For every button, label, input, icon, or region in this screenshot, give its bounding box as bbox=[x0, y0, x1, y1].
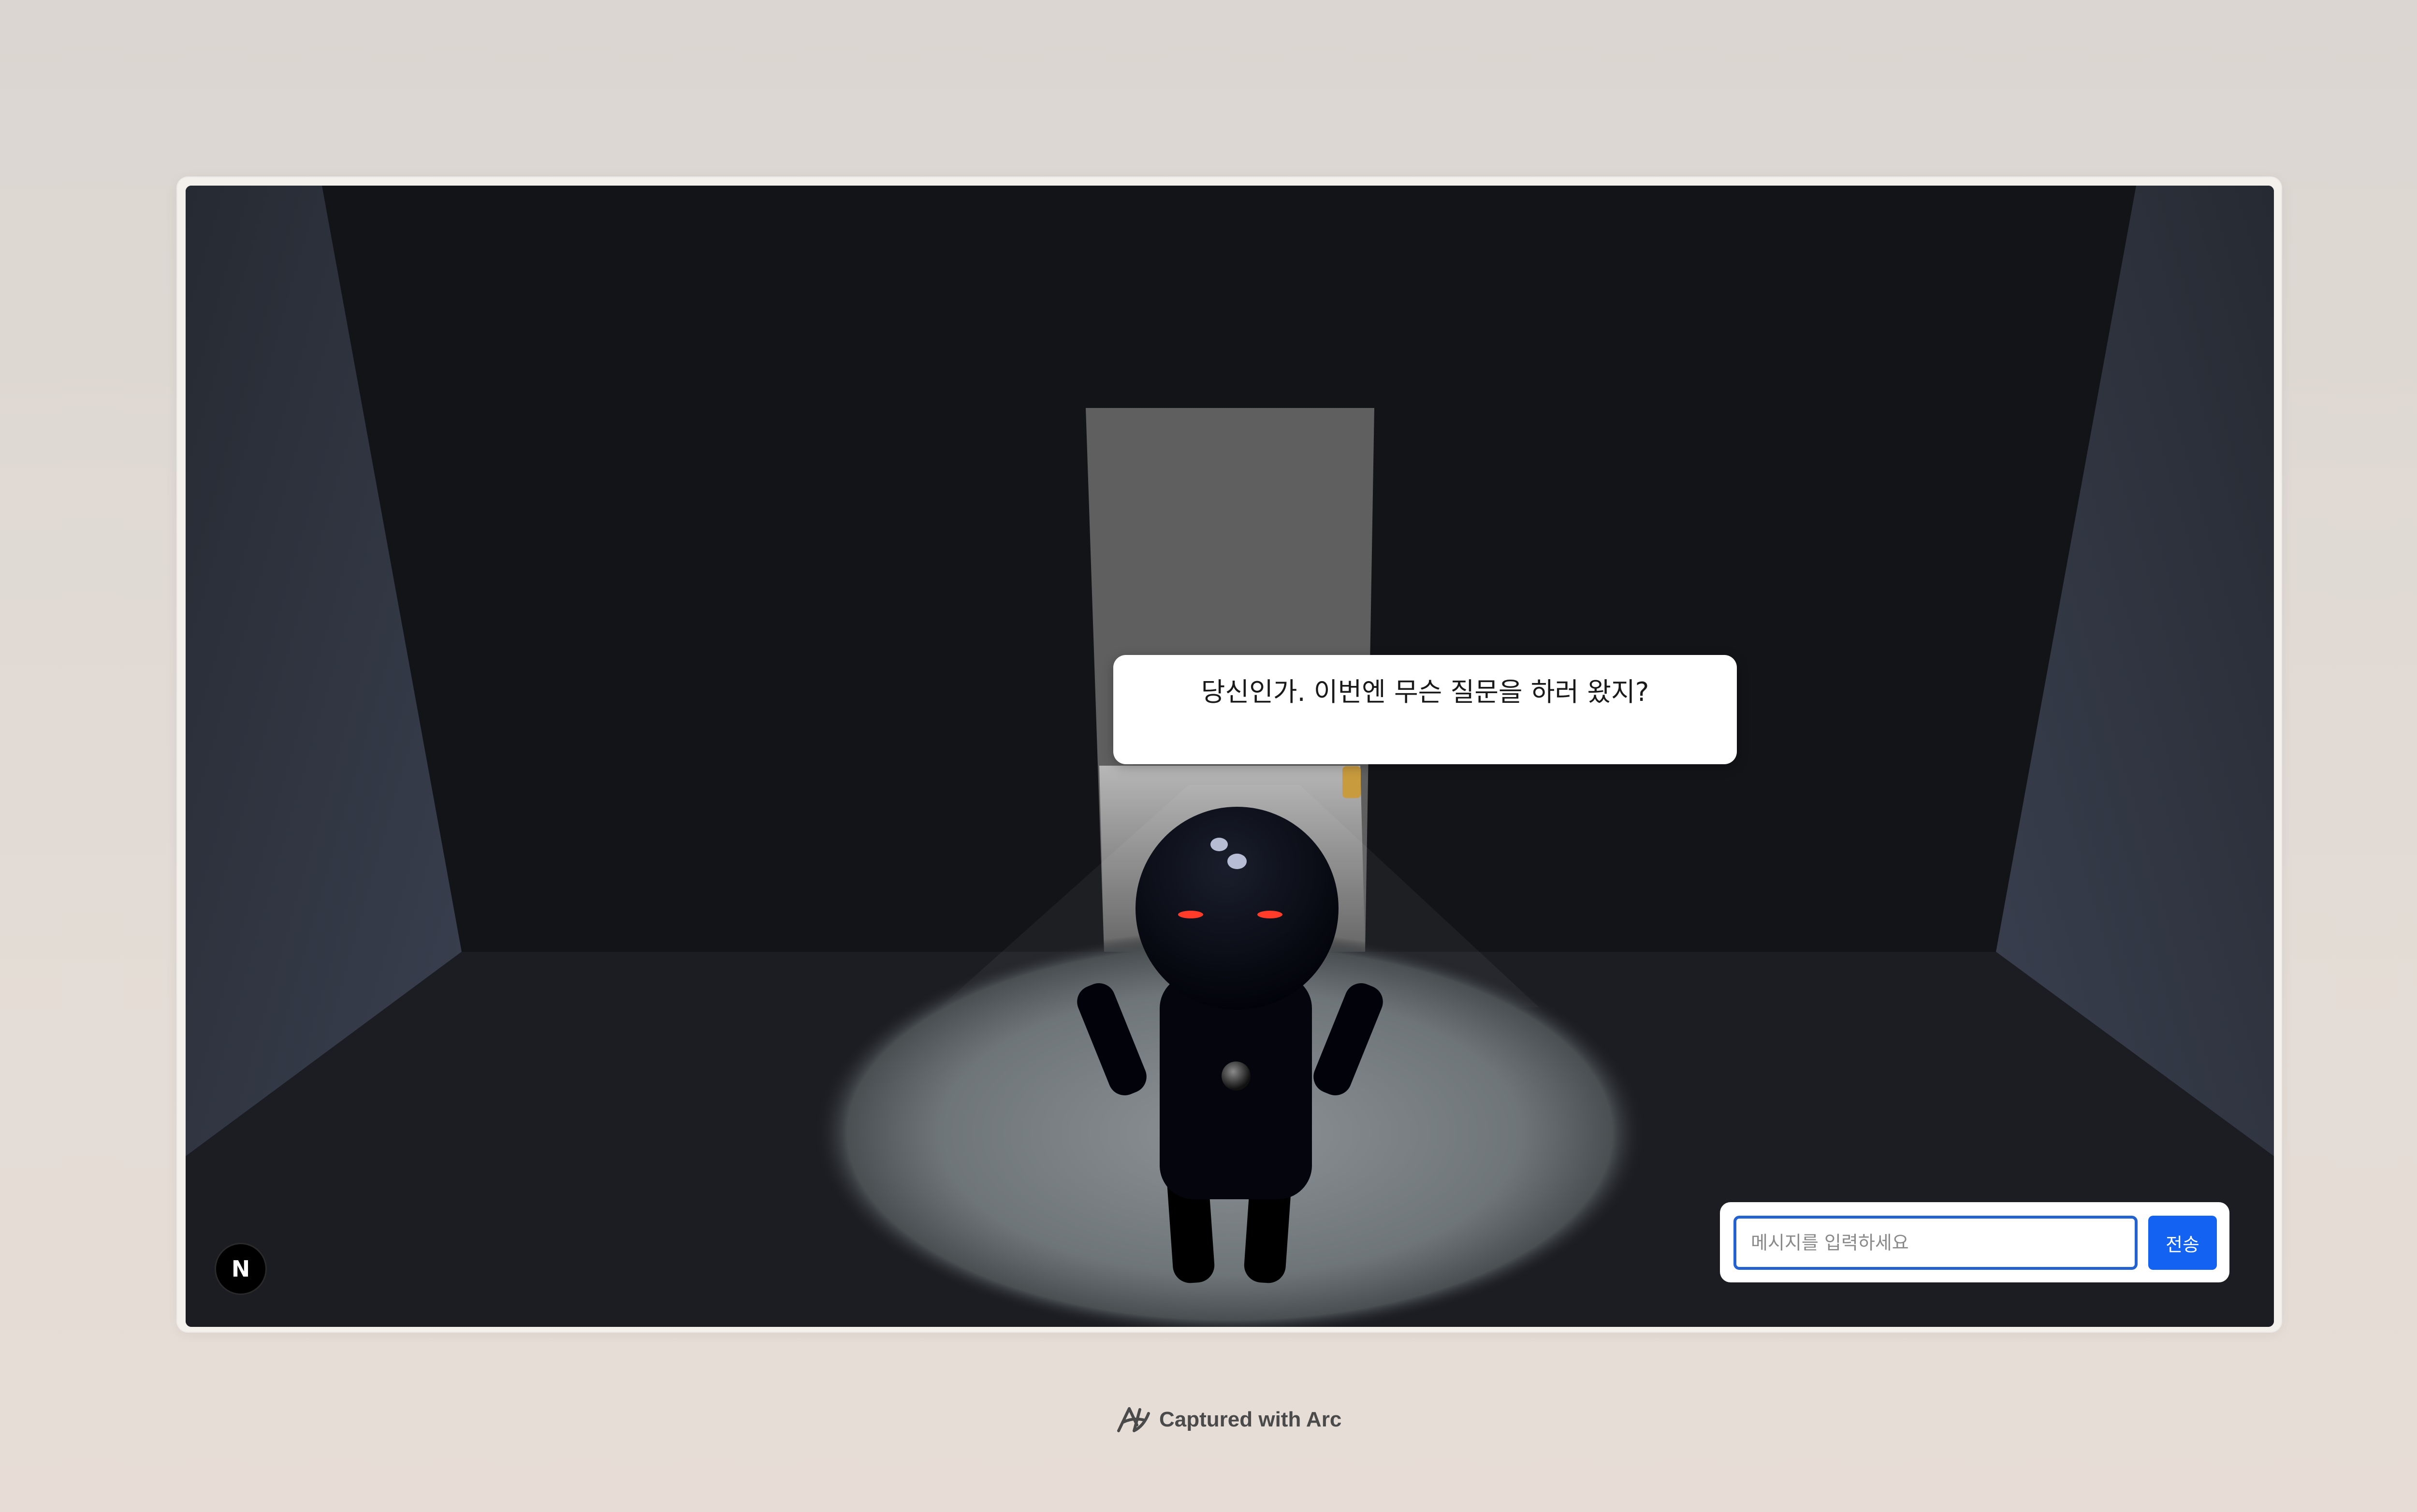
n-logo-icon: N bbox=[231, 1256, 250, 1282]
dialogue-bubble: 당신인가. 이번엔 무슨 질문을 하러 왔지? bbox=[1113, 655, 1737, 764]
nextjs-dev-indicator-button[interactable]: N bbox=[216, 1244, 265, 1294]
chat-input-panel: 전송 bbox=[1720, 1202, 2229, 1282]
credit-text: Captured with Arc bbox=[1159, 1408, 1342, 1431]
send-button[interactable]: 전송 bbox=[2148, 1216, 2217, 1270]
dialogue-text: 당신인가. 이번엔 무슨 질문을 하러 왔지? bbox=[1201, 677, 1649, 707]
arc-capture-credit: Captured with Arc bbox=[1115, 1403, 1341, 1437]
arc-logo-icon bbox=[1117, 1407, 1150, 1432]
message-input[interactable] bbox=[1733, 1216, 2138, 1270]
game-viewport[interactable]: 당신인가. 이번엔 무슨 질문을 하러 왔지? N 전송 bbox=[186, 186, 2274, 1327]
